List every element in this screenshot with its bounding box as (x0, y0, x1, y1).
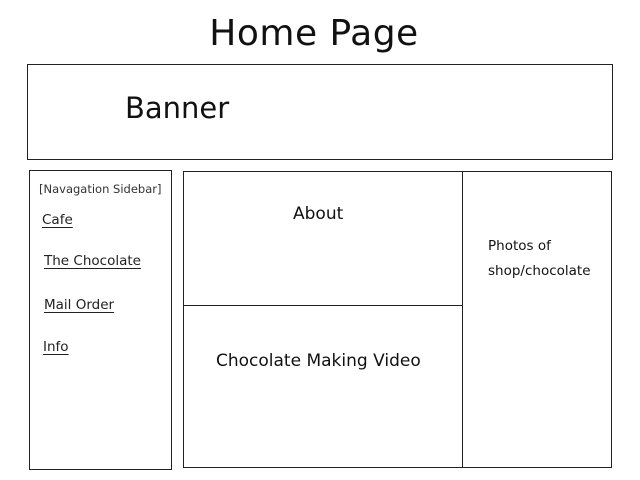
banner-label: Banner (125, 91, 230, 125)
banner-placeholder: Banner (27, 64, 613, 160)
page-title: Home Page (209, 13, 419, 54)
section-divider (184, 305, 462, 306)
navigation-sidebar: [Navagation Sidebar] Cafe The Chocolate … (29, 170, 172, 470)
nav-link-cafe[interactable]: Cafe (42, 212, 73, 228)
photos-panel: Photos of shop/chocolate (462, 171, 612, 468)
video-section-label: Chocolate Making Video (216, 351, 421, 371)
nav-link-mail-order[interactable]: Mail Order (44, 297, 114, 313)
photos-label: Photos of shop/chocolate (488, 234, 610, 284)
about-section-label: About (293, 204, 344, 224)
main-content-area: About Chocolate Making Video (183, 171, 463, 468)
nav-link-info[interactable]: Info (43, 339, 69, 355)
nav-link-the-chocolate[interactable]: The Chocolate (44, 253, 141, 269)
photos-label-line-1: Photos of (488, 238, 551, 254)
photos-label-line-2: shop/chocolate (488, 263, 591, 279)
sidebar-title: [Navagation Sidebar] (39, 182, 162, 196)
